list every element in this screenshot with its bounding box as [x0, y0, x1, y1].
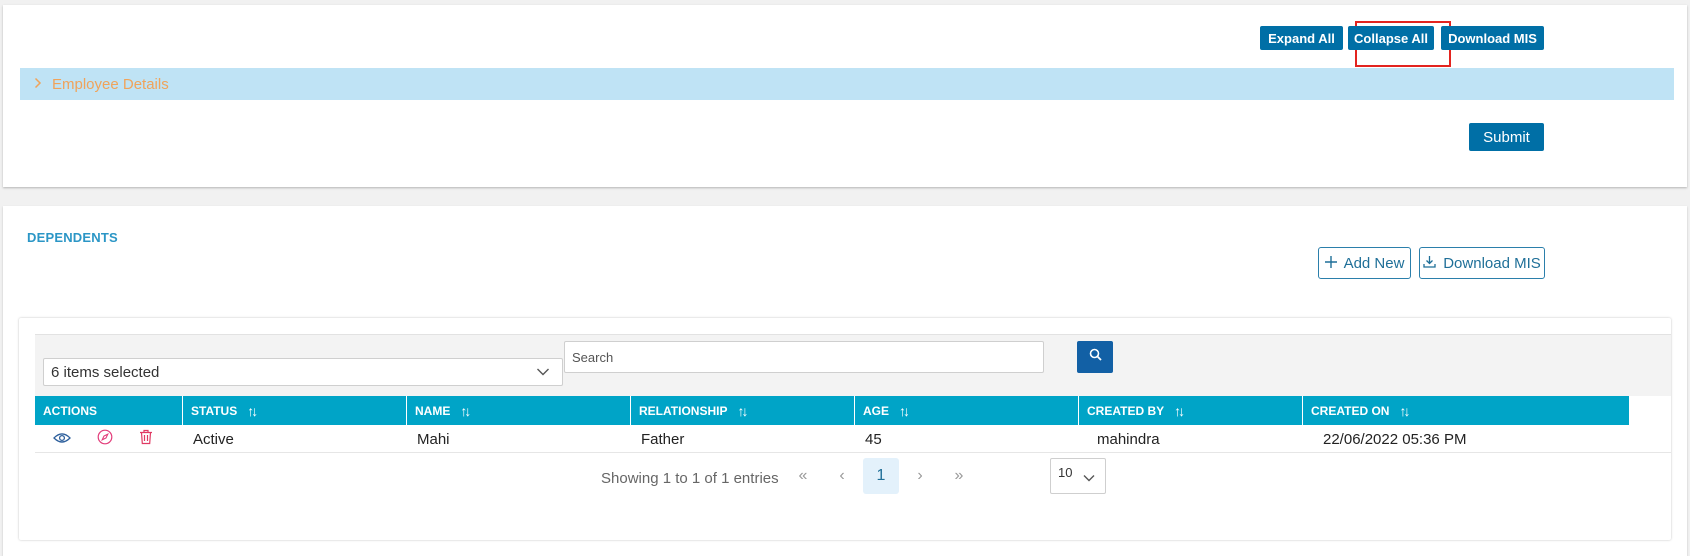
view-eye-icon[interactable]	[53, 431, 71, 448]
add-new-button[interactable]: Add New	[1318, 247, 1411, 279]
page-1-button[interactable]: 1	[863, 458, 899, 494]
download-mis-outline-button[interactable]: Download MIS	[1419, 247, 1545, 279]
column-select[interactable]: 6 items selected	[43, 358, 563, 386]
dependents-card: DEPENDENTS Add New Download MIS 6 items …	[3, 206, 1687, 556]
sort-icon[interactable]: ↑↓	[460, 403, 471, 419]
chevron-down-icon	[1083, 470, 1095, 485]
collapse-all-button[interactable]: Collapse All	[1348, 26, 1434, 50]
col-actions: ACTIONS	[35, 396, 183, 425]
cell-name: Mahi	[417, 430, 450, 448]
col-age[interactable]: AGE ↑↓	[855, 396, 1079, 425]
edit-compass-icon[interactable]	[97, 429, 113, 449]
col-created-on[interactable]: CREATED ON ↑↓	[1303, 396, 1529, 425]
employee-card: Expand All Collapse All Download MIS Emp…	[3, 5, 1687, 187]
download-icon	[1423, 255, 1436, 272]
sort-icon[interactable]: ↑↓	[1399, 403, 1410, 419]
cell-created-on: 22/06/2022 05:36 PM	[1323, 430, 1467, 448]
chevron-down-icon	[536, 364, 550, 381]
section-title: DEPENDENTS	[27, 230, 118, 245]
col-relationship[interactable]: RELATIONSHIP ↑↓	[631, 396, 855, 425]
column-select-value: 6 items selected	[51, 363, 160, 381]
search-input[interactable]: Search	[564, 341, 1044, 373]
sort-icon[interactable]: ↑↓	[737, 403, 748, 419]
cell-age: 45	[865, 430, 882, 448]
row-actions	[35, 425, 183, 453]
submit-button[interactable]: Submit	[1469, 123, 1544, 151]
prev-page-button[interactable]: ‹	[824, 458, 860, 494]
search-button[interactable]	[1077, 341, 1113, 373]
page-size-select[interactable]: 10	[1050, 458, 1106, 494]
sort-icon[interactable]: ↑↓	[899, 403, 910, 419]
download-mis-label: Download MIS	[1443, 254, 1541, 272]
table-row: Active Mahi Father 45 mahindra 22/06/202…	[35, 425, 1671, 453]
sort-icon[interactable]: ↑↓	[247, 403, 258, 419]
col-status[interactable]: STATUS ↑↓	[183, 396, 407, 425]
page-size-value: 10	[1058, 465, 1073, 480]
table-header: ACTIONS STATUS ↑↓ NAME ↑↓ RELATIONSHIP ↑…	[35, 396, 1629, 425]
plus-icon	[1324, 255, 1337, 272]
first-page-button[interactable]: «	[785, 458, 821, 494]
download-mis-button[interactable]: Download MIS	[1441, 26, 1544, 50]
chevron-right-icon	[34, 76, 42, 92]
expand-all-button[interactable]: Expand All	[1260, 26, 1343, 50]
employee-details-accordion[interactable]: Employee Details	[20, 68, 1674, 100]
cell-relationship: Father	[641, 430, 685, 448]
next-page-button[interactable]: ›	[902, 458, 938, 494]
pagination-info: Showing 1 to 1 of 1 entries	[601, 470, 779, 487]
cell-status: Active	[193, 430, 234, 448]
last-page-button[interactable]: »	[941, 458, 977, 494]
add-new-label: Add New	[1343, 254, 1405, 272]
delete-trash-icon[interactable]	[139, 429, 153, 449]
sort-icon[interactable]: ↑↓	[1174, 403, 1185, 419]
pagination: Showing 1 to 1 of 1 entries « ‹ 1 › » 10	[19, 458, 1671, 498]
accordion-label: Employee Details	[52, 75, 169, 93]
dependents-table-panel: 6 items selected Search ACTIONS STATUS ↑…	[19, 318, 1671, 540]
col-created-by[interactable]: CREATED BY ↑↓	[1079, 396, 1303, 425]
cell-created-by: mahindra	[1097, 430, 1160, 448]
search-icon	[1089, 348, 1102, 366]
col-name[interactable]: NAME ↑↓	[407, 396, 631, 425]
